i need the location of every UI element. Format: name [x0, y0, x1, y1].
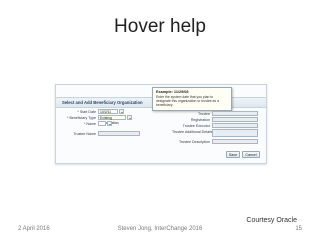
- cancel-button[interactable]: Cancel: [242, 151, 260, 158]
- trustee-label: Trustee: [197, 112, 210, 116]
- registration-field[interactable]: [212, 117, 258, 122]
- registration-label: Registration: [190, 118, 210, 122]
- trustee-name-input[interactable]: [98, 131, 140, 136]
- slide-title: Hover help: [114, 16, 206, 37]
- trustee-executor-label: Trustee Executor: [182, 124, 210, 128]
- courtesy-credit: Courtesy Oracle: [246, 217, 297, 224]
- name-input[interactable]: [98, 121, 106, 126]
- page-number: 15: [295, 226, 302, 232]
- beneficiary-type-select[interactable]: Existing organization: [98, 115, 126, 125]
- calendar-button[interactable]: [119, 109, 124, 114]
- start-date-input[interactable]: 10/2/11: [98, 109, 118, 114]
- trustee-description-label: Trustee Description: [178, 140, 210, 144]
- trustee-name-label: Trustee Name: [73, 132, 96, 136]
- start-date-label: * Start Date: [77, 110, 96, 114]
- footer-center: Steven Jong, InterChange 2016: [117, 226, 203, 232]
- name-label: * Name: [84, 122, 96, 126]
- search-icon[interactable]: [107, 121, 112, 126]
- hover-help-tooltip: Example: 11/29/08 Enter the system date …: [152, 87, 232, 111]
- section-title: Select and Add Beneficiary Organization: [62, 100, 143, 105]
- trustee-description-field[interactable]: [212, 139, 258, 144]
- trustee-additional-details-field[interactable]: [212, 129, 258, 137]
- tooltip-heading: Example: 11/29/08: [156, 90, 189, 94]
- trustee-additional-details-label: Trustee Additional Details: [172, 130, 213, 134]
- trustee-executor-field[interactable]: [212, 123, 258, 128]
- chevron-down-icon[interactable]: [127, 115, 132, 120]
- trustee-field[interactable]: [212, 111, 258, 116]
- save-button[interactable]: Save: [226, 151, 240, 158]
- beneficiary-type-label: * Beneficiary Type: [67, 116, 96, 120]
- screenshot-panel: Select and Add Beneficiary Organization …: [55, 84, 267, 164]
- tooltip-body: Enter the system date that you plan to d…: [156, 95, 219, 108]
